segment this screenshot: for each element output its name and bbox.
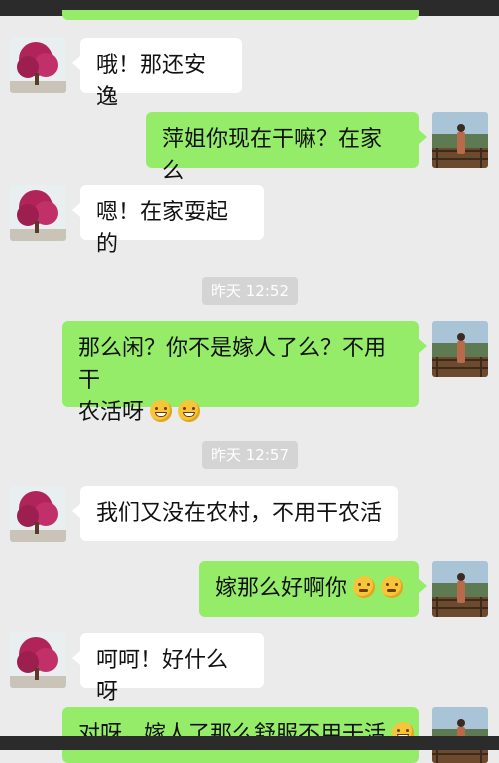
message-text-line-2: 农活呀 <box>78 400 145 425</box>
user-avatar[interactable] <box>432 707 488 763</box>
thinking-icon <box>353 576 376 598</box>
message-text: 萍姐你现在干嘛？在家么 <box>162 127 383 184</box>
contact-avatar[interactable] <box>10 185 66 241</box>
message-text: 哦！那还安逸 <box>96 53 207 110</box>
thinking-icon <box>381 576 404 598</box>
previous-message-bubble-edge <box>62 10 419 20</box>
message-text-line-1: 那么闲？你不是嫁人了么？不用干 <box>78 336 387 393</box>
pink-tree-icon <box>10 486 66 542</box>
grin-icon <box>178 400 201 422</box>
message-bubble-sent[interactable]: 那么闲？你不是嫁人了么？不用干 农活呀 <box>62 321 427 425</box>
person-on-balcony-icon <box>432 561 488 617</box>
pink-tree-icon <box>10 632 66 688</box>
message-text: 嗯！在家耍起的 <box>96 200 229 257</box>
person-on-balcony-icon <box>432 321 488 377</box>
timestamp: 昨天 12:52 <box>202 277 298 305</box>
message-bubble-received[interactable]: 呵呵！好什么呀 <box>72 633 264 705</box>
message-bubble-received[interactable]: 我们又没在农村，不用干农活 <box>72 486 398 541</box>
pink-tree-icon <box>10 37 66 93</box>
contact-avatar[interactable] <box>10 486 66 542</box>
timestamp: 昨天 12:57 <box>202 441 298 469</box>
user-avatar[interactable] <box>432 321 488 377</box>
message-bubble-sent[interactable]: 萍姐你现在干嘛？在家么 <box>146 112 427 184</box>
grin-icon <box>150 400 173 422</box>
message-text: 我们又没在农村，不用干农活 <box>96 501 383 526</box>
message-bubble-received[interactable]: 哦！那还安逸 <box>72 38 242 110</box>
user-avatar[interactable] <box>432 561 488 617</box>
message-text: 呵呵！好什么呀 <box>96 648 229 705</box>
contact-avatar[interactable] <box>10 632 66 688</box>
message-bubble-sent[interactable]: 嫁那么好啊你 <box>199 561 427 617</box>
person-on-balcony-icon <box>432 112 488 168</box>
message-text: 嫁那么好啊你 <box>215 576 348 601</box>
message-bubble-sent[interactable]: 对呀，嫁人了那么舒服不用干活 <box>62 707 419 763</box>
message-bubble-received[interactable]: 嗯！在家耍起的 <box>72 185 264 257</box>
person-on-balcony-icon <box>432 707 488 763</box>
contact-avatar[interactable] <box>10 37 66 93</box>
message-text-line-2-wrap: 农活呀 <box>78 397 403 429</box>
bottom-input-bar-edge <box>0 736 499 750</box>
user-avatar[interactable] <box>432 112 488 168</box>
pink-tree-icon <box>10 185 66 241</box>
